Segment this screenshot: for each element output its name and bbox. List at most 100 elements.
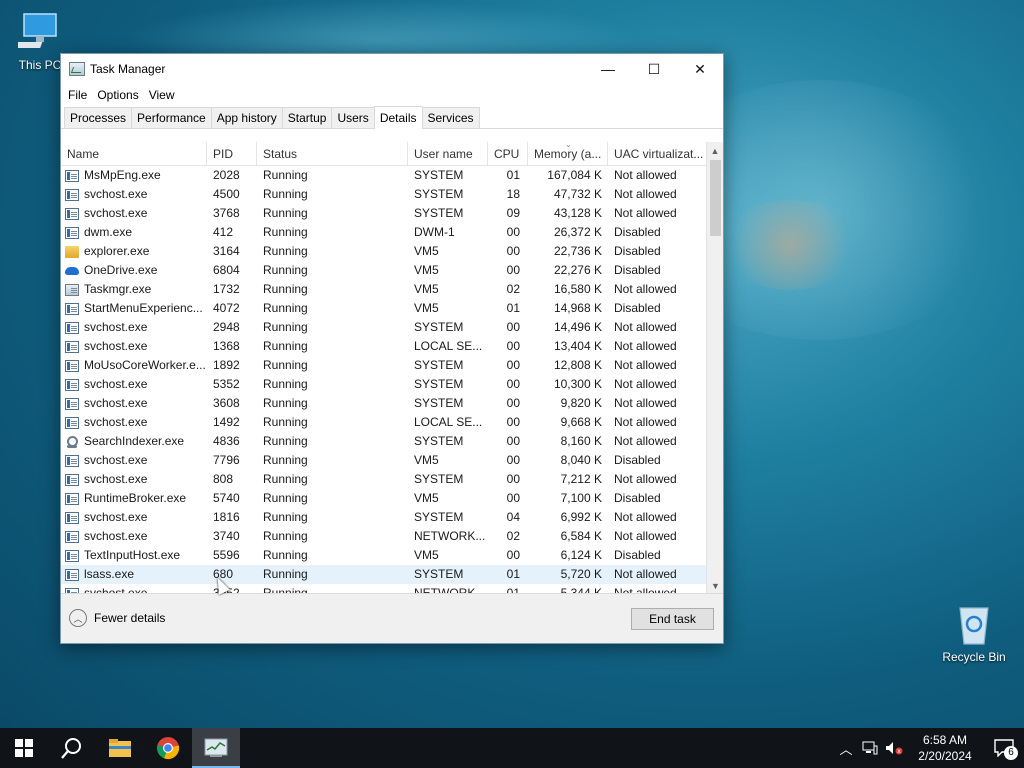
- clock[interactable]: 6:58 AM 2/20/2024: [906, 732, 984, 764]
- tab-services[interactable]: Services: [421, 107, 480, 128]
- table-row[interactable]: svchost.exe 3768 Running SYSTEM 09 43,128 K No…: [61, 204, 723, 223]
- tab-users[interactable]: Users: [331, 107, 375, 128]
- table-row[interactable]: explorer.exe 3164 Running VM5 00 22,736 K Disa…: [61, 242, 723, 261]
- table-row[interactable]: svchost.exe 7796 Running VM5 00 8,040 K Disabl…: [61, 451, 723, 470]
- process-uac: Not allowed: [614, 206, 677, 220]
- process-status: Running: [263, 187, 308, 201]
- column-header-name[interactable]: Name: [61, 142, 207, 166]
- fewer-details-link[interactable]: ︿ Fewer details: [69, 609, 165, 627]
- start-button[interactable]: [0, 728, 48, 768]
- menu-options[interactable]: Options: [92, 88, 143, 102]
- menu-bar: File Options View: [61, 84, 723, 106]
- process-status: Running: [263, 301, 308, 315]
- process-status: Running: [263, 396, 308, 410]
- recycle-bin-icon: [952, 602, 996, 646]
- tab-startup[interactable]: Startup: [281, 107, 333, 128]
- network-icon[interactable]: [858, 728, 882, 768]
- process-user: SYSTEM: [414, 377, 464, 391]
- process-name-cell: svchost.exe: [61, 527, 207, 546]
- process-name: MsMpEng.exe: [84, 168, 161, 182]
- table-row[interactable]: svchost.exe 1368 Running LOCAL SE... 00 13,40…: [61, 337, 723, 356]
- close-button[interactable]: ✕: [677, 54, 723, 84]
- process-name-cell: svchost.exe: [61, 470, 207, 489]
- volume-muted-icon[interactable]: x: [882, 728, 906, 768]
- column-header-status[interactable]: Status: [257, 142, 408, 166]
- task-manager-taskbar-button[interactable]: [192, 728, 240, 768]
- table-row[interactable]: StartMenuExperienc... 4072 Running VM5 01 14,…: [61, 299, 723, 318]
- process-name-cell: svchost.exe: [61, 375, 207, 394]
- column-header-cpu[interactable]: CPU: [488, 142, 528, 166]
- table-row[interactable]: svchost.exe 3740 Running NETWORK... 02 6,584 …: [61, 527, 723, 546]
- process-pid: 1368: [213, 339, 240, 353]
- table-row[interactable]: svchost.exe 2948 Running SYSTEM 00 14,496 K No…: [61, 318, 723, 337]
- end-task-button[interactable]: End task: [631, 608, 714, 630]
- file-explorer-button[interactable]: [96, 728, 144, 768]
- process-memory: 26,372 K: [553, 225, 602, 239]
- table-row[interactable]: SearchIndexer.exe 4836 Running SYSTEM 00 8,16…: [61, 432, 723, 451]
- process-uac: Not allowed: [614, 510, 677, 524]
- table-row[interactable]: svchost.exe 1816 Running SYSTEM 04 6,992 K Not…: [61, 508, 723, 527]
- maximize-button[interactable]: ☐: [631, 54, 677, 84]
- windows-logo-icon: [15, 739, 33, 757]
- menu-view[interactable]: View: [144, 88, 180, 102]
- process-name: Taskmgr.exe: [84, 282, 152, 296]
- table-row[interactable]: dwm.exe 412 Running DWM-1 00 26,372 K Disabled: [61, 223, 723, 242]
- table-row[interactable]: svchost.exe 4500 Running SYSTEM 18 47,732 K No…: [61, 185, 723, 204]
- action-center-button[interactable]: 6: [984, 728, 1024, 768]
- table-row[interactable]: Taskmgr.exe 1732 Running VM5 02 16,580 K Not a…: [61, 280, 723, 299]
- scroll-up-icon[interactable]: ▲: [707, 142, 723, 159]
- minimize-button[interactable]: —: [585, 54, 631, 84]
- scroll-down-icon[interactable]: ▼: [707, 577, 723, 594]
- table-row[interactable]: MsMpEng.exe 2028 Running SYSTEM 01 167,084 K N…: [61, 166, 723, 185]
- table-row[interactable]: MoUsoCoreWorker.e... 1892 Running SYSTEM 00 1…: [61, 356, 723, 375]
- column-header-user-name[interactable]: User name: [408, 142, 488, 166]
- table-row[interactable]: TextInputHost.exe 5596 Running VM5 00 6,124 K…: [61, 546, 723, 565]
- column-header-pid[interactable]: PID: [207, 142, 257, 166]
- process-pid: 1892: [213, 358, 240, 372]
- tab-processes[interactable]: Processes: [64, 107, 133, 128]
- process-pid: 4500: [213, 187, 240, 201]
- process-name: svchost.exe: [84, 529, 148, 543]
- table-row[interactable]: svchost.exe 1492 Running LOCAL SE... 00 9,668…: [61, 413, 723, 432]
- vertical-scrollbar[interactable]: ▲ ▼: [706, 142, 723, 594]
- search-button[interactable]: [48, 728, 96, 768]
- scroll-thumb[interactable]: [710, 160, 721, 236]
- table-row[interactable]: svchost.exe 3608 Running SYSTEM 00 9,820 K Not…: [61, 394, 723, 413]
- process-status: Running: [263, 548, 308, 562]
- column-header-uac[interactable]: UAC virtualizat...: [608, 142, 708, 166]
- chevron-up-icon[interactable]: ︿: [834, 728, 858, 768]
- menu-file[interactable]: File: [63, 88, 92, 102]
- process-cpu: 18: [506, 187, 520, 201]
- desktop-icon-recycle-bin[interactable]: Recycle Bin: [938, 602, 1010, 664]
- process-app-icon: [65, 416, 79, 429]
- title-bar[interactable]: Task Manager — ☐ ✕: [61, 54, 723, 84]
- tab-performance[interactable]: Performance: [131, 107, 212, 128]
- process-user: VM5: [414, 263, 439, 277]
- process-pid: 5596: [213, 548, 240, 562]
- process-memory: 10,300 K: [553, 377, 602, 391]
- process-status: Running: [263, 244, 308, 258]
- process-user: LOCAL SE...: [414, 339, 483, 353]
- table-row[interactable]: OneDrive.exe 6804 Running VM5 00 22,276 K Disa…: [61, 261, 723, 280]
- process-cloud-icon: [65, 266, 79, 275]
- process-user: SYSTEM: [414, 567, 464, 581]
- table-row[interactable]: svchost.exe 5352 Running SYSTEM 00 10,300 K No…: [61, 375, 723, 394]
- process-status: Running: [263, 263, 308, 277]
- process-uac: Not allowed: [614, 434, 677, 448]
- process-cpu: 00: [506, 358, 520, 372]
- tab-details[interactable]: Details: [373, 106, 423, 129]
- chrome-button[interactable]: [144, 728, 192, 768]
- table-row[interactable]: svchost.exe 808 Running SYSTEM 00 7,212 K Not …: [61, 470, 723, 489]
- process-memory: 22,276 K: [553, 263, 602, 277]
- process-cpu: 01: [506, 301, 520, 315]
- tab-app-history[interactable]: App history: [210, 107, 283, 128]
- table-header: ⌄ Name PID Status User name CPU Memory (…: [61, 142, 723, 166]
- table-row[interactable]: lsass.exe 680 Running SYSTEM 01 5,720 K Not al…: [61, 565, 723, 584]
- table-row[interactable]: RuntimeBroker.exe 5740 Running VM5 00 7,100 K…: [61, 489, 723, 508]
- process-status: Running: [263, 472, 308, 486]
- process-name-cell: svchost.exe: [61, 204, 207, 223]
- process-app-icon: [65, 397, 79, 410]
- process-app-icon: [65, 359, 79, 372]
- process-app-icon: [65, 226, 79, 239]
- process-uac: Not allowed: [614, 396, 677, 410]
